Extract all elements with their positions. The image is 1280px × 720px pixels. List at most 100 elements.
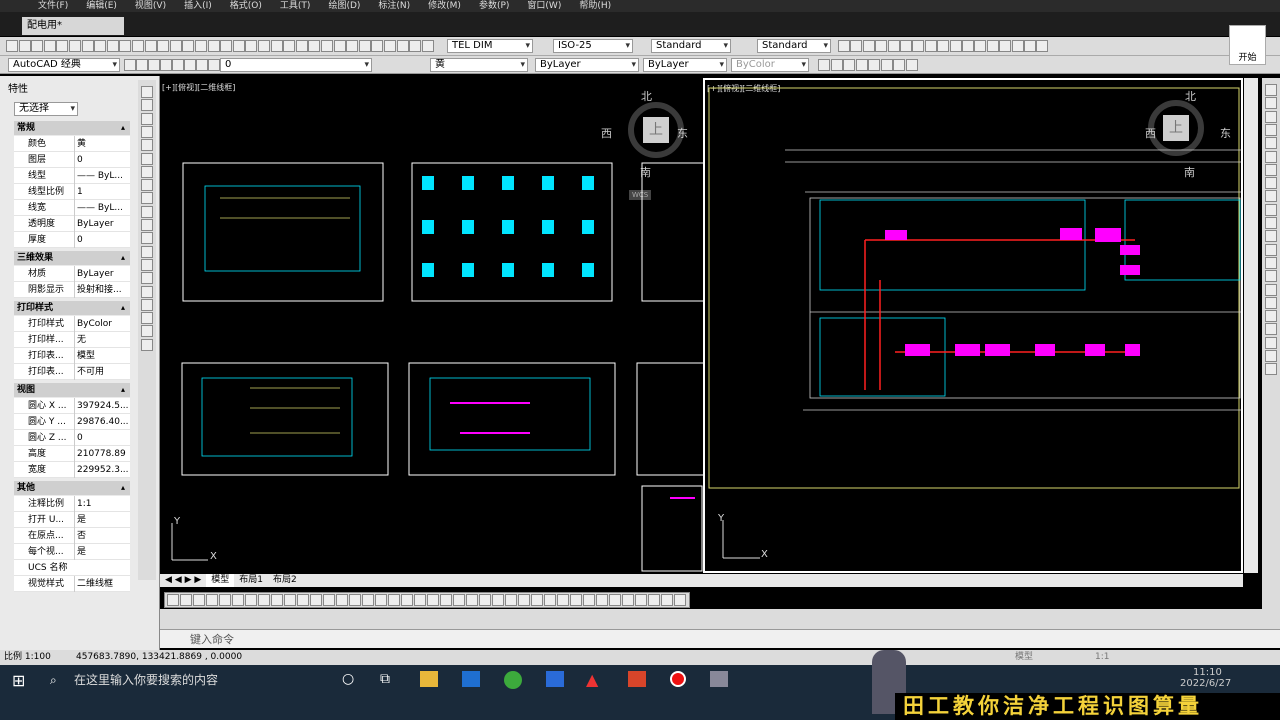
layer-tool-icon[interactable]	[160, 59, 172, 71]
menu-item[interactable]: 绘图(D)	[319, 0, 369, 12]
model-space-label[interactable]: 模型	[1015, 650, 1033, 665]
property-value[interactable]: 0	[74, 232, 130, 248]
property-row[interactable]: 每个视... 是	[14, 544, 130, 560]
snap-tool-icon[interactable]	[271, 594, 283, 606]
snap-tool-icon[interactable]	[193, 594, 205, 606]
menu-item[interactable]: 插入(I)	[175, 0, 221, 12]
layer-tool-icon[interactable]	[124, 59, 136, 71]
toolbar-tool-icon[interactable]	[308, 40, 321, 52]
section-header[interactable]: 打印样式	[14, 301, 130, 315]
toolbar-tool-icon[interactable]	[132, 40, 144, 52]
menu-item[interactable]: 标注(N)	[369, 0, 419, 12]
visual-style-icon[interactable]	[818, 59, 830, 71]
toolbar-tool-icon[interactable]	[949, 40, 962, 52]
property-row[interactable]: 材质 ByLayer	[14, 266, 130, 282]
snap-tool-icon[interactable]	[349, 594, 361, 606]
modify-tool-icon[interactable]	[1265, 350, 1277, 362]
toolbar-tool-icon[interactable]	[207, 40, 220, 52]
draw-tool-icon[interactable]	[141, 312, 153, 325]
layer-tool-icon[interactable]	[148, 59, 160, 71]
draw-tool-icon[interactable]	[141, 338, 153, 351]
mleader-style-select[interactable]: Standard	[757, 39, 831, 53]
snap-tool-icon[interactable]	[206, 594, 218, 606]
menu-item[interactable]: 修改(M)	[419, 0, 470, 12]
draw-tool-icon[interactable]	[141, 125, 153, 138]
modify-tool-icon[interactable]	[1265, 84, 1277, 96]
modify-tool-icon[interactable]	[1265, 177, 1277, 190]
snap-tool-icon[interactable]	[531, 594, 543, 606]
property-value[interactable]: 229952.3...	[74, 462, 130, 478]
snap-tool-icon[interactable]	[219, 594, 231, 606]
table-style-select[interactable]: Standard	[651, 39, 731, 53]
snap-tool-icon[interactable]	[440, 594, 452, 606]
property-row[interactable]: 颜色 黄	[14, 136, 130, 152]
toolbar-tool-icon[interactable]	[169, 40, 182, 52]
toolbar-tool-icon[interactable]	[900, 40, 912, 52]
snap-tool-icon[interactable]	[310, 594, 322, 606]
workspace-select[interactable]: AutoCAD 经典	[8, 58, 120, 72]
property-value[interactable]: 不可用	[74, 364, 130, 380]
menu-item[interactable]: 视图(V)	[126, 0, 175, 12]
snap-tool-icon[interactable]	[167, 594, 179, 606]
layout-tab[interactable]: 布局2	[268, 574, 302, 587]
horizontal-scrollbar[interactable]	[160, 574, 1243, 587]
toolbar-tool-icon[interactable]	[6, 40, 18, 52]
layer-tool-icon[interactable]	[136, 59, 148, 71]
toolbar-tool-icon[interactable]	[31, 40, 44, 52]
property-value[interactable]: —— ByL...	[74, 200, 130, 216]
snap-tool-icon[interactable]	[518, 594, 530, 606]
toolbar-tool-icon[interactable]	[56, 40, 69, 52]
windows-start-icon[interactable]: ⊞	[12, 671, 25, 690]
property-row[interactable]: 打开 U... 是	[14, 512, 130, 528]
modify-tool-icon[interactable]	[1265, 256, 1277, 269]
property-row[interactable]: 线型 —— ByL...	[14, 168, 130, 184]
modify-tool-icon[interactable]	[1265, 243, 1277, 256]
toolbar-tool-icon[interactable]	[295, 40, 308, 52]
draw-tool-icon[interactable]	[141, 139, 153, 152]
scale-ratio[interactable]: 1:1	[1095, 650, 1109, 665]
store-icon[interactable]	[462, 671, 480, 687]
record-icon[interactable]	[670, 671, 686, 687]
toolbar-tool-icon[interactable]	[421, 40, 434, 52]
task-view-icon[interactable]: ⧉	[380, 671, 390, 687]
property-value[interactable]: 29876.40...	[74, 414, 130, 430]
modify-tool-icon[interactable]	[1265, 123, 1277, 136]
layer-tool-icon[interactable]	[196, 59, 208, 71]
toolbar-tool-icon[interactable]	[270, 40, 283, 52]
property-value[interactable]: 投射和接...	[74, 282, 130, 298]
modify-tool-icon[interactable]	[1265, 230, 1277, 243]
snap-tool-icon[interactable]	[570, 594, 582, 606]
toolbar-tool-icon[interactable]	[986, 40, 999, 52]
menu-item[interactable]: 文件(F)	[0, 0, 77, 12]
layer-select[interactable]: 0	[220, 58, 372, 72]
toolbar-tool-icon[interactable]	[321, 40, 333, 52]
toolbar-tool-icon[interactable]	[69, 40, 81, 52]
snap-tool-icon[interactable]	[466, 594, 478, 606]
section-header[interactable]: 常规	[14, 121, 130, 135]
toolbar-tool-icon[interactable]	[333, 40, 346, 52]
property-value[interactable]: 0	[74, 430, 130, 446]
visual-style-icon[interactable]	[880, 59, 893, 71]
property-row[interactable]: 打印样式 ByColor	[14, 316, 130, 332]
toolbar-tool-icon[interactable]	[358, 40, 371, 52]
snap-tool-icon[interactable]	[284, 594, 296, 606]
layout-tab[interactable]: 布局1	[234, 574, 268, 587]
property-value[interactable]: 0	[74, 152, 130, 168]
snap-tool-icon[interactable]	[557, 594, 569, 606]
toolbar-tool-icon[interactable]	[144, 40, 157, 52]
snap-tool-icon[interactable]	[362, 594, 374, 606]
command-line[interactable]: 键入命令	[160, 629, 1280, 648]
menu-item[interactable]: 帮助(H)	[570, 0, 620, 12]
section-header[interactable]: 视图	[14, 383, 130, 397]
draw-tool-icon[interactable]	[141, 298, 153, 311]
snap-tool-icon[interactable]	[544, 594, 556, 606]
modify-tool-icon[interactable]	[1265, 217, 1277, 229]
property-row[interactable]: 图层 0	[14, 152, 130, 168]
toolbar-tool-icon[interactable]	[157, 40, 170, 52]
property-value[interactable]: 否	[74, 528, 130, 544]
modify-tool-icon[interactable]	[1265, 150, 1277, 163]
snap-tool-icon[interactable]	[297, 594, 309, 606]
menu-item[interactable]: 窗口(W)	[518, 0, 570, 12]
modify-tool-icon[interactable]	[1265, 137, 1277, 150]
property-row[interactable]: 透明度 ByLayer	[14, 216, 130, 232]
